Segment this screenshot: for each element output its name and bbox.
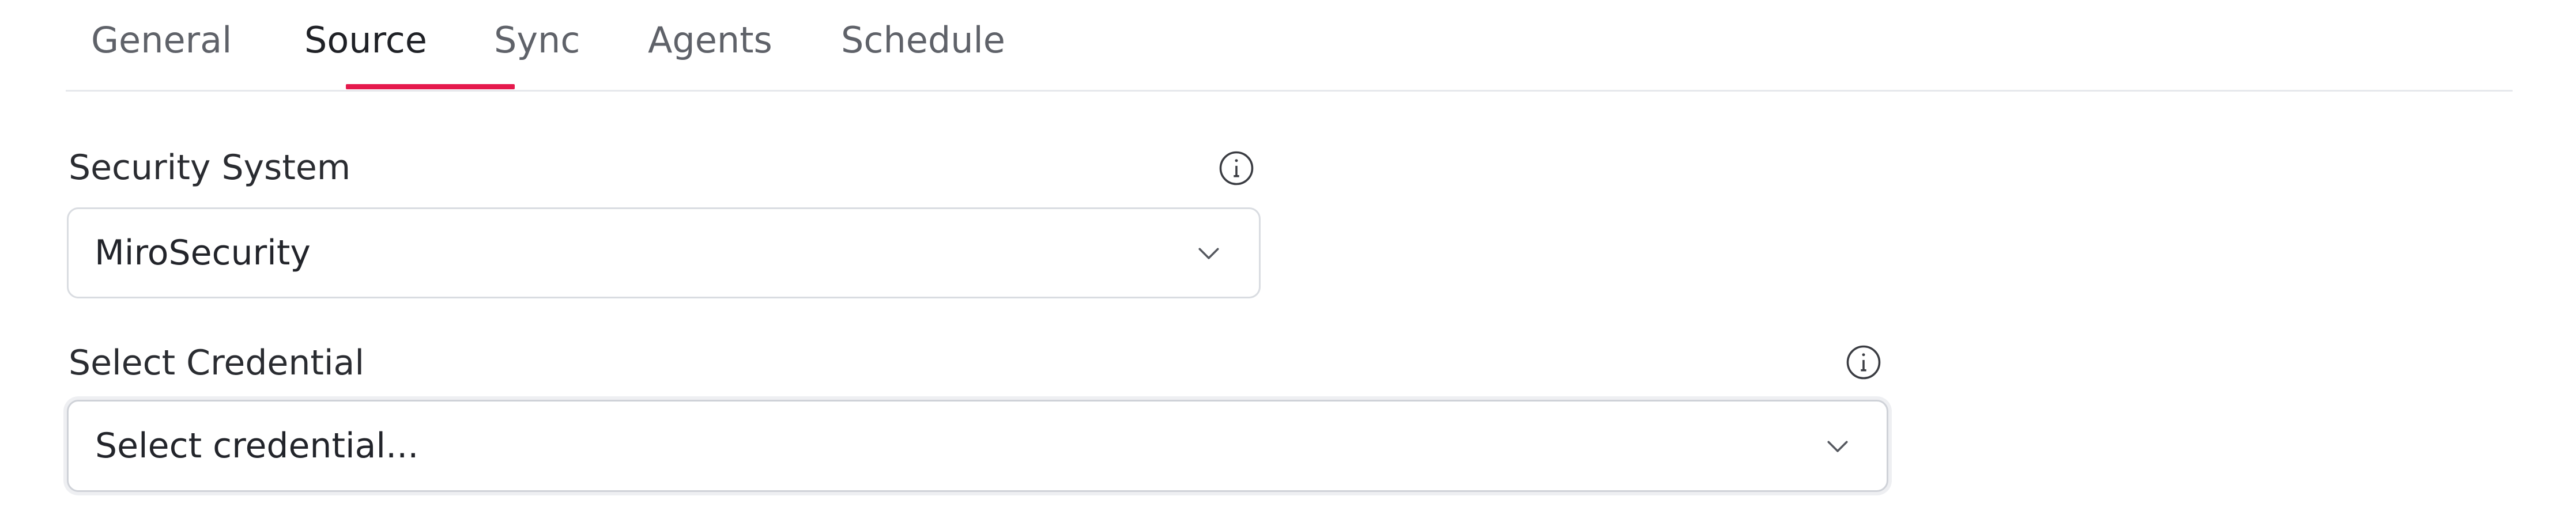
chevron-down-icon <box>1193 237 1224 268</box>
source-settings-page: { "tabs": [ {"label": "General"}, {"labe… <box>0 0 2576 515</box>
tab-source[interactable]: Source <box>304 17 427 63</box>
chevron-down-icon <box>1822 430 1853 461</box>
security-system-value: MiroSecurity <box>95 233 311 273</box>
credential-placeholder: Select credential... <box>95 426 419 466</box>
active-tab-indicator <box>346 84 515 89</box>
settings-tab-bar: General Source Sync Agents Schedule <box>66 0 2513 92</box>
select-credential-label: Select Credential <box>69 343 364 383</box>
credential-select[interactable]: Select credential... <box>67 400 1888 492</box>
tab-schedule[interactable]: Schedule <box>841 17 1005 63</box>
tab-agents[interactable]: Agents <box>648 17 772 63</box>
tab-sync[interactable]: Sync <box>494 17 580 63</box>
tab-general[interactable]: General <box>91 17 232 63</box>
security-system-label: Security System <box>69 147 351 188</box>
info-icon[interactable] <box>1845 343 1883 381</box>
info-icon[interactable] <box>1217 149 1255 187</box>
security-system-select[interactable]: MiroSecurity <box>67 207 1261 298</box>
